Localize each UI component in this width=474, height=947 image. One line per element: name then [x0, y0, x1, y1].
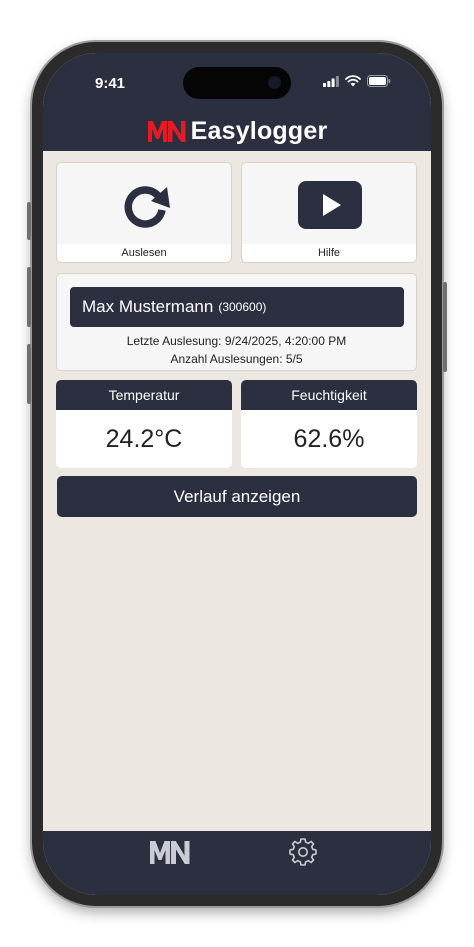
power-button	[443, 282, 447, 372]
volume-down-button	[27, 344, 31, 404]
status-icons	[323, 75, 391, 87]
settings-tab-gear-icon[interactable]	[288, 837, 318, 867]
humidity-label: Feuchtigkeit	[241, 380, 417, 410]
temperature-card: Temperatur 24.2°C	[56, 380, 232, 468]
show-history-button[interactable]: Verlauf anzeigen	[57, 476, 417, 517]
phone-frame: 9:41 Easylogger Auslesen Hilfe Max Muste…	[27, 42, 447, 906]
signal-icon	[323, 75, 339, 87]
status-bar: 9:41	[43, 53, 431, 111]
device-card: Max Mustermann (300600) Letzte Auslesung…	[56, 273, 417, 371]
device-name: Max Mustermann	[82, 297, 214, 316]
refresh-icon	[124, 186, 170, 228]
read-count-text: Anzahl Auslesungen: 5/5	[170, 352, 303, 366]
app-title: Easylogger	[190, 116, 328, 145]
humidity-card: Feuchtigkeit 62.6%	[241, 380, 417, 468]
mute-switch	[27, 202, 31, 240]
humidity-value: 62.6%	[241, 410, 417, 468]
read-tile[interactable]: Auslesen	[56, 162, 232, 263]
volume-up-button	[27, 267, 31, 327]
screen: 9:41 Easylogger Auslesen Hilfe Max Muste…	[43, 53, 431, 895]
temperature-label: Temperatur	[56, 380, 232, 410]
mn-logo-icon	[147, 121, 186, 142]
temperature-value: 24.2°C	[56, 410, 232, 468]
home-tab-mn-icon[interactable]	[149, 839, 191, 865]
wifi-icon	[345, 75, 361, 87]
last-read-text: Letzte Auslesung: 9/24/2025, 4:20:00 PM	[126, 334, 347, 348]
app-header: Easylogger	[43, 111, 431, 151]
camera-icon	[268, 76, 281, 89]
help-tile[interactable]: Hilfe	[241, 162, 417, 263]
help-label: Hilfe	[242, 244, 416, 262]
read-label: Auslesen	[57, 244, 231, 262]
dynamic-island	[183, 67, 291, 99]
play-icon	[298, 181, 362, 229]
device-name-bar[interactable]: Max Mustermann (300600)	[70, 287, 404, 327]
battery-icon	[367, 75, 391, 87]
status-time: 9:41	[95, 75, 126, 92]
tab-bar	[43, 831, 431, 895]
device-id: (300600)	[218, 300, 267, 314]
